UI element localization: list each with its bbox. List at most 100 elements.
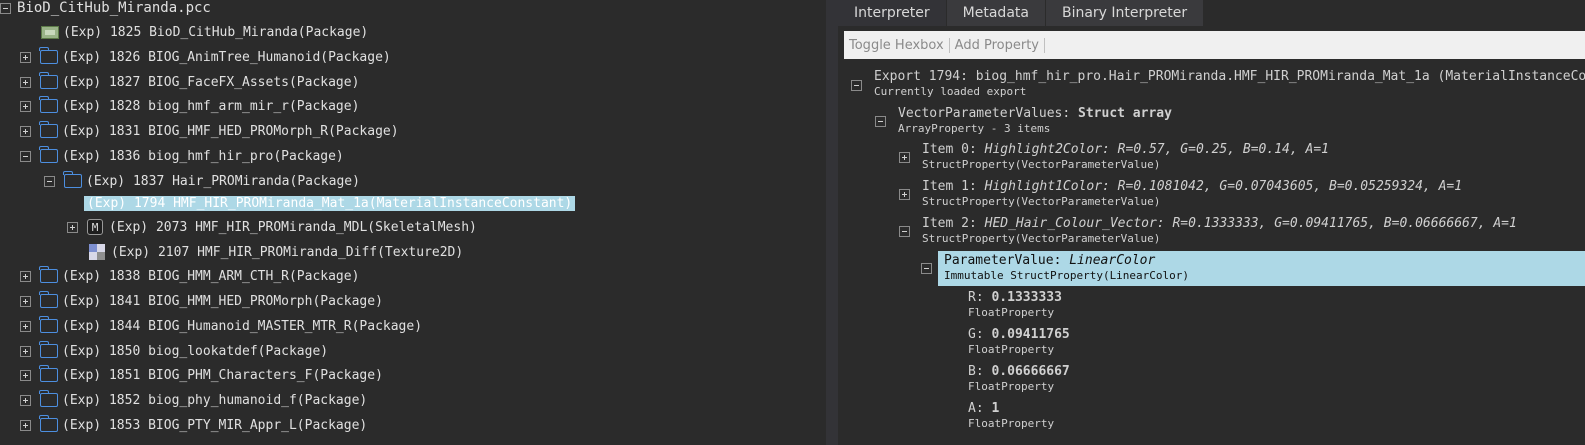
tree-item[interactable]: (Exp) 1827 BIOG_FaceFX_Assets(Package) (20, 71, 359, 93)
collapse-toggle[interactable] (899, 226, 910, 237)
tree-item[interactable]: (Exp) 1837 Hair_PROMiranda(Package) (44, 170, 360, 192)
tab-bar: Interpreter Metadata Binary Interpreter (838, 0, 1205, 26)
tree-item-label: (Exp) 1836 biog_hmf_hir_pro(Package) (62, 148, 344, 164)
expand-toggle[interactable] (67, 221, 78, 233)
tree-item[interactable]: (Exp) 2107 HMF_HIR_PROMiranda_Diff(Textu… (89, 241, 463, 263)
array-item-1[interactable]: Item 1: Highlight1Color: R=0.1081042, G=… (922, 179, 1462, 208)
tree-item[interactable]: M (Exp) 2073 HMF_HIR_PROMiranda_MDL(Skel… (67, 216, 477, 238)
float-r[interactable]: R: 0.1333333 FloatProperty (968, 290, 1062, 319)
property-type: FloatProperty (968, 417, 1055, 430)
expand-toggle[interactable] (20, 270, 31, 282)
tree-item-label: (Exp) 2107 HMF_HIR_PROMiranda_Diff(Textu… (111, 244, 464, 260)
tree-item-label: (Exp) 1841 BIOG_HMM_HED_PROMorph(Package… (62, 293, 383, 309)
expand-toggle[interactable] (899, 152, 910, 163)
tree-item-label: (Exp) 1794 HMF_HIR_PROMiranda_Mat_1a(Mat… (84, 195, 576, 211)
tree-item[interactable]: (Exp) 1850 biog_lookatdef(Package) (20, 340, 328, 362)
property-name: B: (968, 364, 984, 379)
collapse-toggle[interactable] (20, 150, 31, 162)
tree-item[interactable]: (Exp) 1828 biog_hmf_arm_mir_r(Package) (20, 95, 359, 117)
tree-item[interactable]: (Exp) 1825 BioD_CitHub_Miranda(Package) (41, 21, 368, 43)
tree-item[interactable]: (Exp) 1831 BIOG_HMF_HED_PROMorph_R(Packa… (20, 120, 399, 142)
tree-item[interactable]: (Exp) 1826 BIOG_AnimTree_Humanoid(Packag… (20, 46, 391, 68)
property-name: Item 2: (922, 216, 977, 231)
toggle-hexbox-button[interactable]: Toggle Hexbox (844, 37, 950, 53)
collapse-toggle[interactable] (44, 175, 55, 187)
property-name: A: (968, 401, 984, 416)
parameter-value-node-selected[interactable]: ParameterValue: LinearColor Immutable St… (938, 251, 1585, 286)
tree-item-label: (Exp) 1826 BIOG_AnimTree_Humanoid(Packag… (62, 49, 391, 65)
tree-item[interactable]: (Exp) 1836 biog_hmf_hir_pro(Package) (20, 145, 344, 167)
folder-icon (39, 266, 58, 283)
expand-toggle[interactable] (20, 295, 31, 307)
expand-toggle[interactable] (20, 394, 31, 406)
property-value: HED_Hair_Colour_Vector: R=0.1333333, G=0… (984, 216, 1517, 231)
float-a[interactable]: A: 1 FloatProperty (968, 401, 1054, 430)
property-value: 0.09411765 (991, 327, 1070, 342)
folder-icon (39, 146, 58, 163)
array-item-0[interactable]: Item 0: Highlight2Color: R=0.57, G=0.25,… (922, 142, 1329, 171)
tree-item[interactable]: (Exp) 1852 biog_phy_humanoid_f(Package) (20, 389, 367, 411)
tree-item[interactable]: (Exp) 1841 BIOG_HMM_HED_PROMorph(Package… (20, 290, 383, 312)
collapse-toggle[interactable] (0, 2, 11, 14)
collapse-toggle[interactable] (921, 263, 932, 274)
tree-root[interactable]: BioD_CitHub_Miranda.pcc (0, 0, 211, 19)
tree-item-label: (Exp) 1852 biog_phy_humanoid_f(Package) (62, 392, 368, 408)
tree-item-label: (Exp) 1837 Hair_PROMiranda(Package) (86, 173, 360, 189)
panel-splitter[interactable] (826, 0, 838, 445)
vector-parameter-values-node[interactable]: VectorParameterValues: Struct array Arra… (898, 106, 1172, 135)
property-name: G: (968, 327, 984, 342)
tree-item-label: (Exp) 1853 BIOG_PTY_MIR_Appr_L(Package) (62, 417, 368, 433)
property-type: FloatProperty (968, 343, 1055, 356)
property-value: 1 (991, 401, 1000, 416)
collapse-toggle[interactable] (851, 80, 862, 91)
tree-item[interactable]: (Exp) 1853 BIOG_PTY_MIR_Appr_L(Package) (20, 414, 367, 436)
tree-item-label: (Exp) 1851 BIOG_PHM_Characters_F(Package… (62, 367, 383, 383)
export-node[interactable]: Export 1794: biog_hmf_hir_pro.Hair_PROMi… (874, 69, 1585, 98)
property-name: R: (968, 290, 984, 305)
expand-toggle[interactable] (20, 100, 31, 112)
expand-toggle[interactable] (20, 345, 31, 357)
property-value: Highlight2Color: R=0.57, G=0.25, B=0.14,… (984, 142, 1329, 157)
expand-toggle[interactable] (20, 419, 31, 431)
float-b[interactable]: B: 0.06666667 FloatProperty (968, 364, 1070, 393)
tree-item[interactable]: (Exp) 1838 BIOG_HMM_ARM_CTH_R(Package) (20, 265, 359, 287)
property-name: VectorParameterValues: (898, 106, 1071, 121)
expand-toggle[interactable] (20, 369, 31, 381)
tree-item[interactable]: (Exp) 1844 BIOG_Humanoid_MASTER_MTR_R(Pa… (20, 315, 422, 337)
expand-toggle[interactable] (20, 320, 31, 332)
texture-icon (89, 244, 105, 260)
array-item-2[interactable]: Item 2: HED_Hair_Colour_Vector: R=0.1333… (922, 216, 1517, 245)
tree-item-label: (Exp) 1825 BioD_CitHub_Miranda(Package) (63, 24, 369, 40)
property-type: Immutable StructProperty(LinearColor) (944, 269, 1190, 282)
add-property-button[interactable]: Add Property (950, 37, 1045, 53)
tree-item-label: (Exp) 1844 BIOG_Humanoid_MASTER_MTR_R(Pa… (62, 318, 423, 334)
folder-icon (39, 96, 58, 113)
tab-binary-interpreter[interactable]: Binary Interpreter (1045, 0, 1205, 26)
float-g[interactable]: G: 0.09411765 FloatProperty (968, 327, 1070, 356)
property-value: Highlight1Color: R=0.1081042, G=0.070436… (984, 179, 1463, 194)
expand-toggle[interactable] (20, 76, 31, 88)
tree-item-label: (Exp) 1831 BIOG_HMF_HED_PROMorph_R(Packa… (62, 123, 399, 139)
tab-metadata[interactable]: Metadata (946, 0, 1046, 26)
tree-item[interactable]: (Exp) 1851 BIOG_PHM_Characters_F(Package… (20, 364, 383, 386)
tree-item-selected[interactable]: (Exp) 1794 HMF_HIR_PROMiranda_Mat_1a(Mat… (84, 192, 576, 214)
tree-root-label: BioD_CitHub_Miranda.pcc (17, 0, 211, 16)
expand-toggle[interactable] (20, 51, 31, 63)
property-type: StructProperty(VectorParameterValue) (922, 158, 1161, 171)
tree-item-label: (Exp) 1828 biog_hmf_arm_mir_r(Package) (62, 98, 360, 114)
package-tree-panel: BioD_CitHub_Miranda.pcc (Exp) 1825 BioD_… (0, 0, 826, 445)
property-type: ArrayProperty - 3 items (898, 122, 1051, 135)
interpreter-toolbar: Toggle Hexbox Add Property (844, 31, 1585, 59)
expand-toggle[interactable] (899, 189, 910, 200)
skeletal-mesh-icon: M (87, 219, 103, 235)
expand-toggle[interactable] (20, 125, 31, 137)
tree-item-label: (Exp) 1827 BIOG_FaceFX_Assets(Package) (62, 74, 360, 90)
property-name: Item 1: (922, 179, 977, 194)
tree-item-label: (Exp) 1838 BIOG_HMM_ARM_CTH_R(Package) (62, 268, 360, 284)
collapse-toggle[interactable] (875, 116, 886, 127)
property-value: 0.06666667 (991, 364, 1070, 379)
tab-interpreter[interactable]: Interpreter (838, 0, 947, 26)
folder-icon (39, 365, 58, 382)
property-type: FloatProperty (968, 306, 1055, 319)
folder-icon (39, 121, 58, 138)
